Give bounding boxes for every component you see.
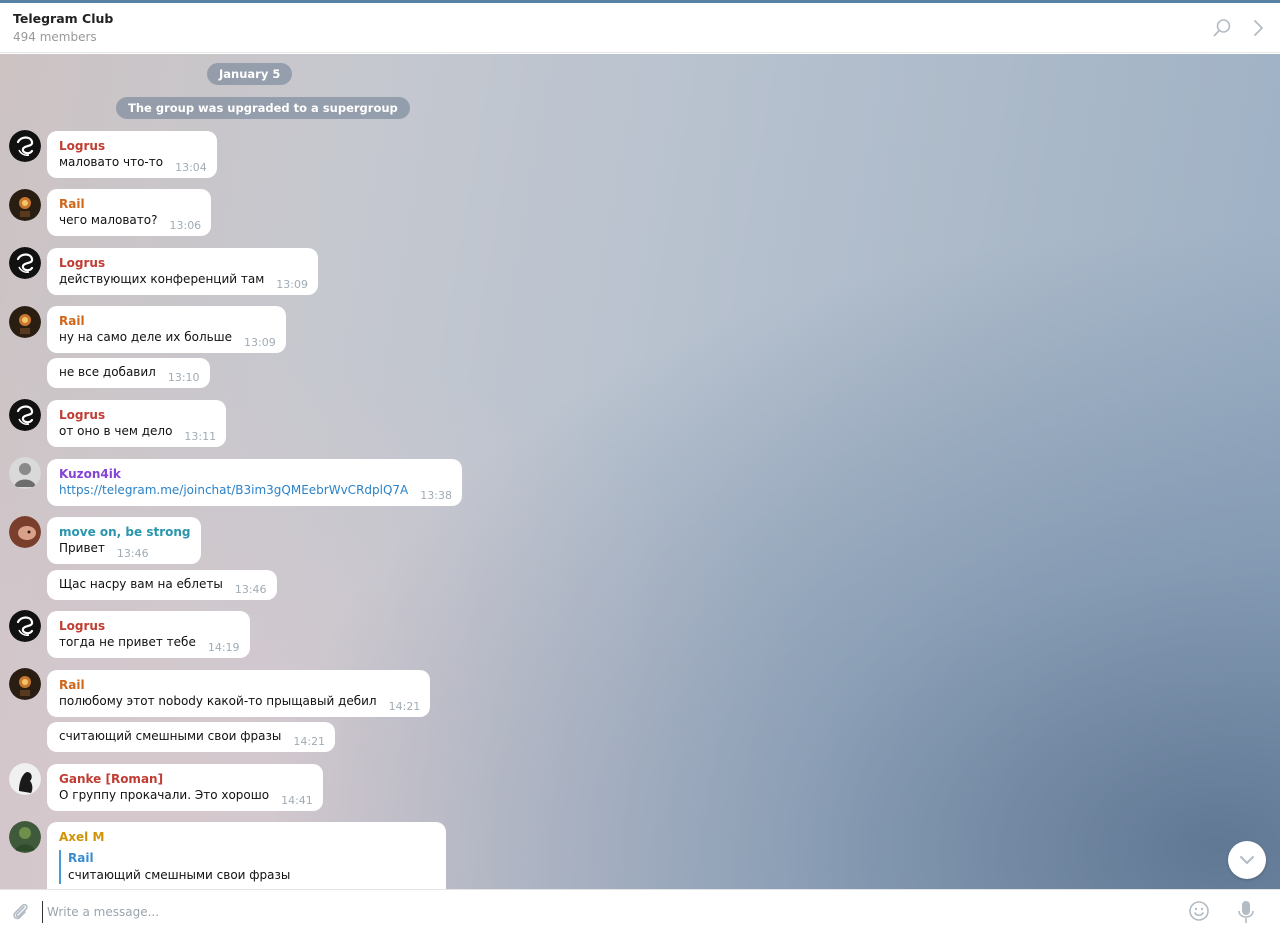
message-time: 14:21 (293, 735, 326, 748)
message-bubble[interactable]: считающий смешными свои фразы 14:21 (47, 722, 336, 752)
message-bubble[interactable]: Axel M Rail считающий смешными свои фраз… (47, 822, 446, 889)
message-input[interactable] (42, 901, 1162, 923)
message-time: 13:06 (169, 219, 202, 232)
message-time: 13:09 (244, 336, 276, 349)
avatar[interactable] (9, 610, 41, 642)
message-text: Щас насру вам на еблеты (59, 577, 223, 591)
message-bubble[interactable]: Щас насру вам на еблеты 13:46 (47, 570, 277, 600)
search-icon[interactable] (1210, 16, 1234, 40)
message-text: действующих конференций там (59, 272, 265, 286)
avatar[interactable] (9, 399, 41, 431)
sender-name[interactable]: Logrus (59, 138, 207, 154)
message-bubble[interactable]: Rail ну на само деле их больше 13:09 (47, 306, 286, 353)
message-text: полюбому этот nobody какой-то прыщавый д… (59, 694, 377, 708)
avatar[interactable] (9, 516, 41, 548)
message-text: тогда не привет тебе (59, 635, 196, 649)
message-text: чего маловато? (59, 213, 158, 227)
chevron-right-icon[interactable] (1246, 16, 1270, 40)
message-history[interactable]: January 5 The group was upgraded to a su… (0, 54, 1280, 889)
avatar[interactable] (9, 763, 41, 795)
sender-name[interactable]: move on, be strong (59, 524, 191, 540)
date-separator: January 5 (207, 63, 293, 85)
paperclip-icon[interactable] (10, 901, 30, 923)
sender-name[interactable]: Axel M (59, 829, 436, 845)
sender-name[interactable]: Rail (59, 313, 276, 329)
message-time: 13:09 (276, 278, 308, 291)
message-time: 13:46 (116, 547, 149, 560)
sender-name[interactable]: Logrus (59, 407, 216, 423)
avatar[interactable] (9, 189, 41, 221)
sender-name[interactable]: Rail (59, 196, 201, 212)
avatar[interactable] (9, 130, 41, 162)
avatar[interactable] (9, 821, 41, 853)
message-bubble[interactable]: Rail чего маловато? 13:06 (47, 189, 212, 236)
message-composer (0, 889, 1280, 932)
microphone-icon[interactable] (1237, 899, 1255, 925)
member-count[interactable]: 494 members (13, 30, 97, 44)
message-text: ну на само деле их больше (59, 330, 233, 344)
message-text: маловато что-то (59, 155, 164, 169)
message-text: не все добавил (59, 365, 156, 379)
chevron-down-icon (1240, 856, 1254, 864)
sender-name[interactable]: Kuzon4ik (59, 466, 452, 482)
sender-name[interactable]: Logrus (59, 255, 308, 271)
service-message: The group was upgraded to a supergroup (116, 97, 410, 119)
message-time: 13:10 (167, 371, 200, 384)
message-time: 13:04 (175, 161, 207, 174)
sender-name[interactable]: Logrus (59, 618, 240, 634)
avatar[interactable] (9, 457, 41, 489)
message-text: О группу прокачали. Это хорошо (59, 788, 270, 802)
message-bubble[interactable]: move on, be strong Привет 13:46 (47, 517, 201, 564)
avatar[interactable] (9, 247, 41, 279)
sender-name[interactable]: Ganke [Roman] (59, 771, 313, 787)
scroll-down-button[interactable] (1228, 841, 1266, 879)
reply-sender: Rail (68, 851, 94, 865)
message-bubble[interactable]: Logrus действующих конференций там 13:09 (47, 248, 318, 295)
message-time: 14:41 (281, 794, 313, 807)
message-bubble[interactable]: Ganke [Roman] О группу прокачали. Это хо… (47, 764, 323, 811)
message-bubble[interactable]: Logrus от оно в чем дело 13:11 (47, 400, 227, 447)
sender-name[interactable]: Rail (59, 677, 420, 693)
message-time: 13:38 (420, 489, 452, 502)
avatar[interactable] (9, 306, 41, 338)
avatar[interactable] (9, 668, 41, 700)
message-bubble[interactable]: Logrus тогда не привет тебе 14:19 (47, 611, 250, 658)
message-link[interactable]: https://telegram.me/joinchat/B3im3gQMEeb… (59, 482, 414, 499)
message-time: 13:46 (234, 583, 267, 596)
message-bubble[interactable]: Logrus маловато что-то 13:04 (47, 131, 217, 178)
message-bubble[interactable]: не все добавил 13:10 (47, 358, 210, 388)
message-text: считающий смешными свои фразы (59, 729, 282, 743)
message-bubble[interactable]: Kuzon4ik https://telegram.me/joinchat/B3… (47, 459, 462, 506)
message-time: 14:19 (207, 641, 240, 654)
message-text: Привет (59, 541, 105, 555)
chat-header[interactable]: Telegram Club 494 members (0, 3, 1280, 53)
message-time: 14:21 (388, 700, 421, 713)
chat-title[interactable]: Telegram Club (13, 11, 113, 26)
message-bubble[interactable]: Rail полюбому этот nobody какой-то прыща… (47, 670, 431, 717)
reply-quote[interactable]: Rail считающий смешными свои фразы (59, 850, 436, 884)
message-time: 13:11 (184, 430, 217, 443)
reply-text: считающий смешными свои фразы (68, 868, 291, 882)
message-text: от оно в чем дело (59, 424, 173, 438)
smile-icon[interactable] (1188, 900, 1210, 922)
